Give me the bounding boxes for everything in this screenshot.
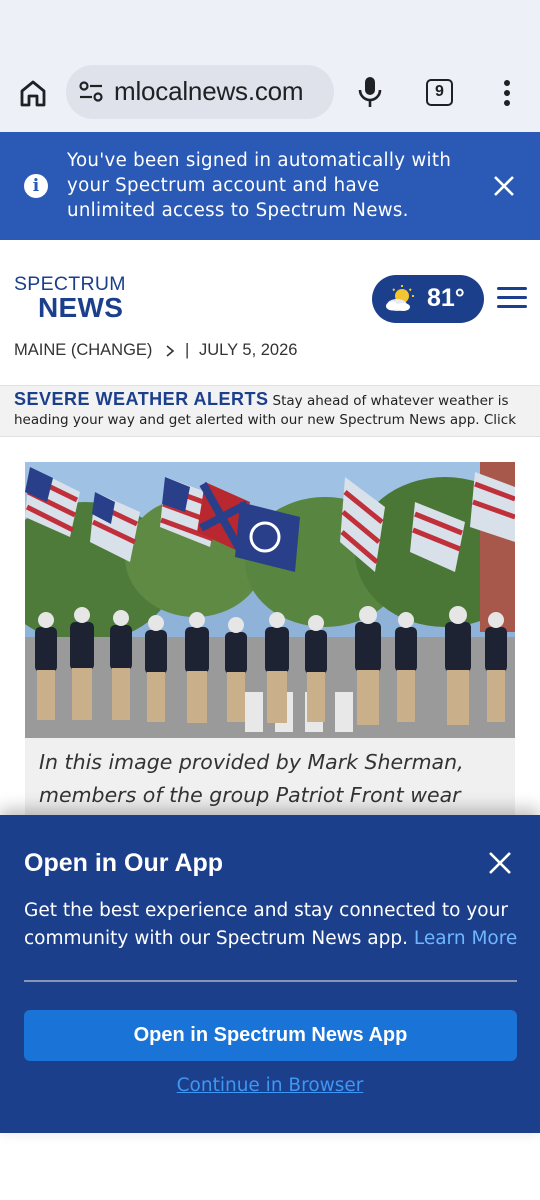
location-bar: MAINE (CHANGE) | JULY 5, 2026 xyxy=(14,341,297,360)
current-date: JULY 5, 2026 xyxy=(199,341,298,359)
severe-weather-ticker[interactable]: SEVERE WEATHER ALERTS Stay ahead of whate… xyxy=(0,385,540,437)
sheet-title: Open in Our App xyxy=(24,849,224,877)
sheet-body: Get the best experience and stay connect… xyxy=(24,897,524,953)
photo-caption: In this image provided by Mark Sherman, … xyxy=(25,738,515,818)
location-change-link[interactable]: MAINE (CHANGE) xyxy=(14,341,152,359)
site-settings-icon[interactable] xyxy=(78,80,104,104)
weather-button[interactable]: 81° xyxy=(372,275,484,323)
url-text[interactable]: mlocalnews.com xyxy=(114,76,304,107)
microphone-icon[interactable] xyxy=(356,76,384,108)
menu-icon[interactable] xyxy=(497,287,527,311)
logo-line1: SPECTRUM xyxy=(14,273,126,295)
info-icon: i xyxy=(24,174,48,198)
continue-in-browser-link[interactable]: Continue in Browser xyxy=(0,1075,540,1096)
article-photo[interactable] xyxy=(25,462,515,738)
close-icon[interactable] xyxy=(492,174,516,198)
address-bar[interactable]: mlocalnews.com xyxy=(66,65,334,119)
home-icon[interactable] xyxy=(16,76,50,110)
caption-text: In this image provided by Mark Sherman, … xyxy=(39,750,464,807)
divider xyxy=(24,980,517,982)
logo-line2: NEWS xyxy=(38,292,124,323)
partly-cloudy-icon xyxy=(386,285,414,311)
tab-switcher-icon[interactable]: 9 xyxy=(426,79,453,106)
alerts-text-line2: heading your way and get alerted with ou… xyxy=(14,412,517,428)
signin-banner: i You've been signed in automatically wi… xyxy=(0,132,540,240)
more-options-icon[interactable] xyxy=(495,78,519,110)
open-in-app-sheet: Open in Our App Get the best experience … xyxy=(0,815,540,1133)
chevron-right-icon[interactable] xyxy=(164,345,176,357)
alerts-heading: SEVERE WEATHER ALERTS xyxy=(14,389,269,409)
temperature: 81° xyxy=(427,284,465,312)
site-logo[interactable]: SPECTRUM NEWS xyxy=(14,274,126,322)
separator: | xyxy=(185,341,190,359)
browser-toolbar: mlocalnews.com 9 xyxy=(0,0,540,132)
alerts-text-line1: Stay ahead of whatever weather is xyxy=(272,393,509,409)
open-in-app-button[interactable]: Open in Spectrum News App xyxy=(24,1010,517,1061)
signin-message: You've been signed in automatically with… xyxy=(67,150,452,221)
close-icon[interactable] xyxy=(488,851,512,875)
learn-more-link[interactable]: Learn More xyxy=(414,928,517,949)
